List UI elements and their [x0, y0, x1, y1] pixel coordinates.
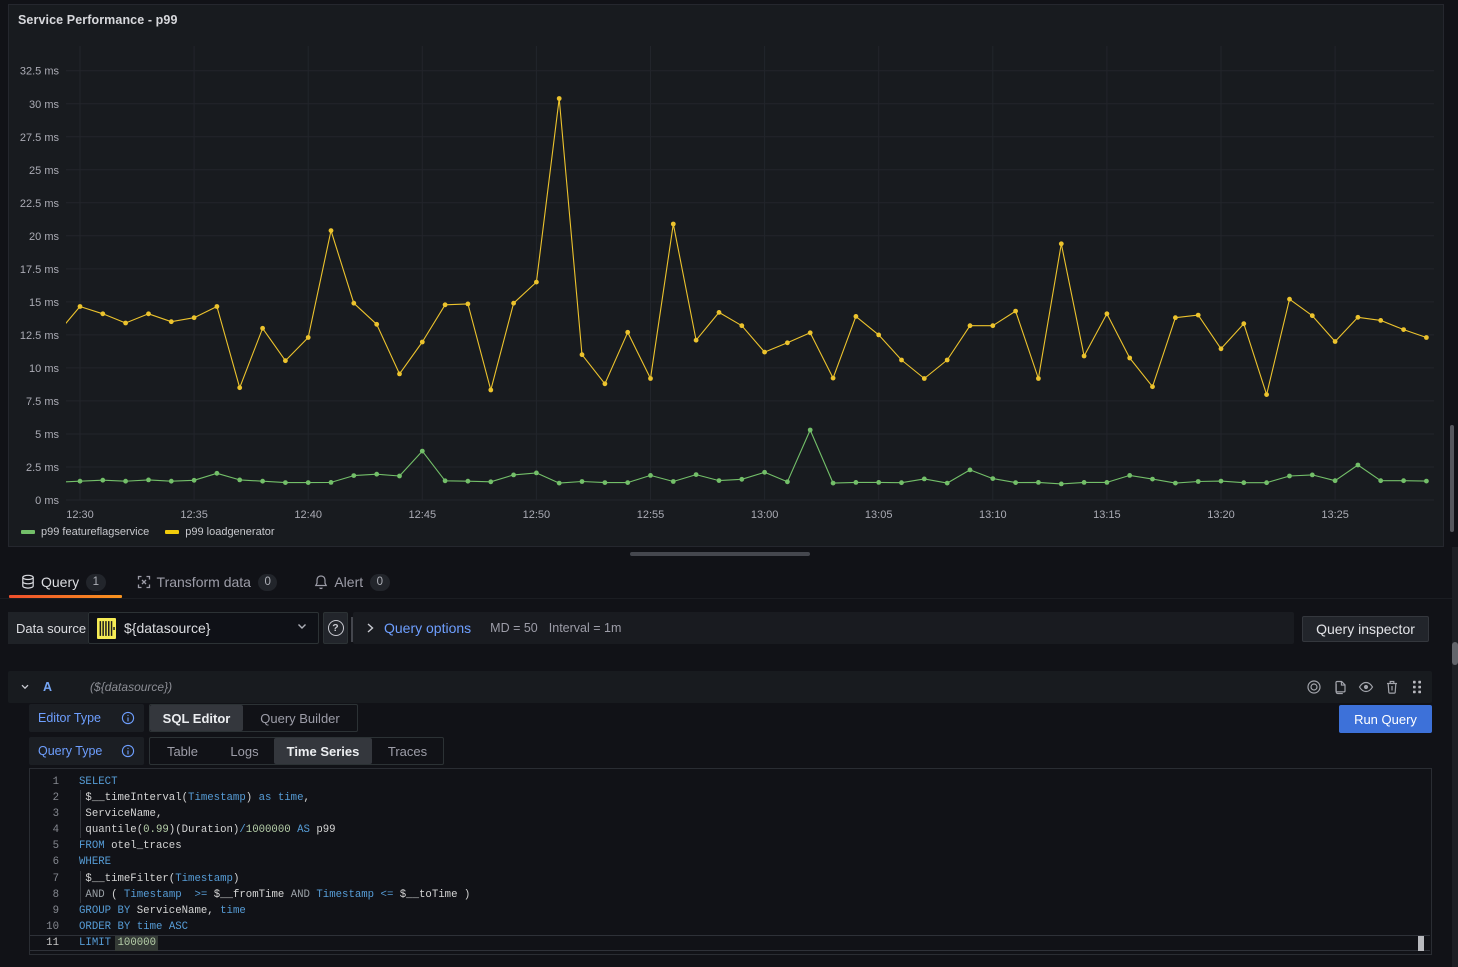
- svg-text:22.5 ms: 22.5 ms: [20, 198, 60, 210]
- svg-text:7.5 ms: 7.5 ms: [26, 396, 60, 408]
- svg-text:30 ms: 30 ms: [29, 99, 59, 111]
- svg-text:12:35: 12:35: [180, 509, 208, 521]
- svg-text:13:25: 13:25: [1321, 509, 1349, 521]
- svg-text:32.5 ms: 32.5 ms: [20, 66, 60, 78]
- svg-text:20 ms: 20 ms: [29, 231, 59, 243]
- svg-text:27.5 ms: 27.5 ms: [20, 132, 60, 144]
- svg-text:5 ms: 5 ms: [35, 429, 59, 441]
- svg-text:12.5 ms: 12.5 ms: [20, 330, 60, 342]
- svg-text:17.5 ms: 17.5 ms: [20, 264, 60, 276]
- svg-text:0 ms: 0 ms: [35, 495, 59, 507]
- svg-text:15 ms: 15 ms: [29, 297, 59, 309]
- svg-text:25 ms: 25 ms: [29, 165, 59, 177]
- svg-text:12:30: 12:30: [66, 509, 94, 521]
- svg-text:13:00: 13:00: [751, 509, 779, 521]
- svg-text:13:15: 13:15: [1093, 509, 1121, 521]
- svg-text:12:55: 12:55: [637, 509, 665, 521]
- svg-text:12:40: 12:40: [294, 509, 322, 521]
- svg-text:12:50: 12:50: [523, 509, 551, 521]
- svg-text:12:45: 12:45: [409, 509, 437, 521]
- svg-text:13:05: 13:05: [865, 509, 893, 521]
- svg-text:2.5 ms: 2.5 ms: [26, 462, 60, 474]
- svg-text:10 ms: 10 ms: [29, 363, 59, 375]
- svg-text:13:10: 13:10: [979, 509, 1007, 521]
- svg-text:13:20: 13:20: [1207, 509, 1235, 521]
